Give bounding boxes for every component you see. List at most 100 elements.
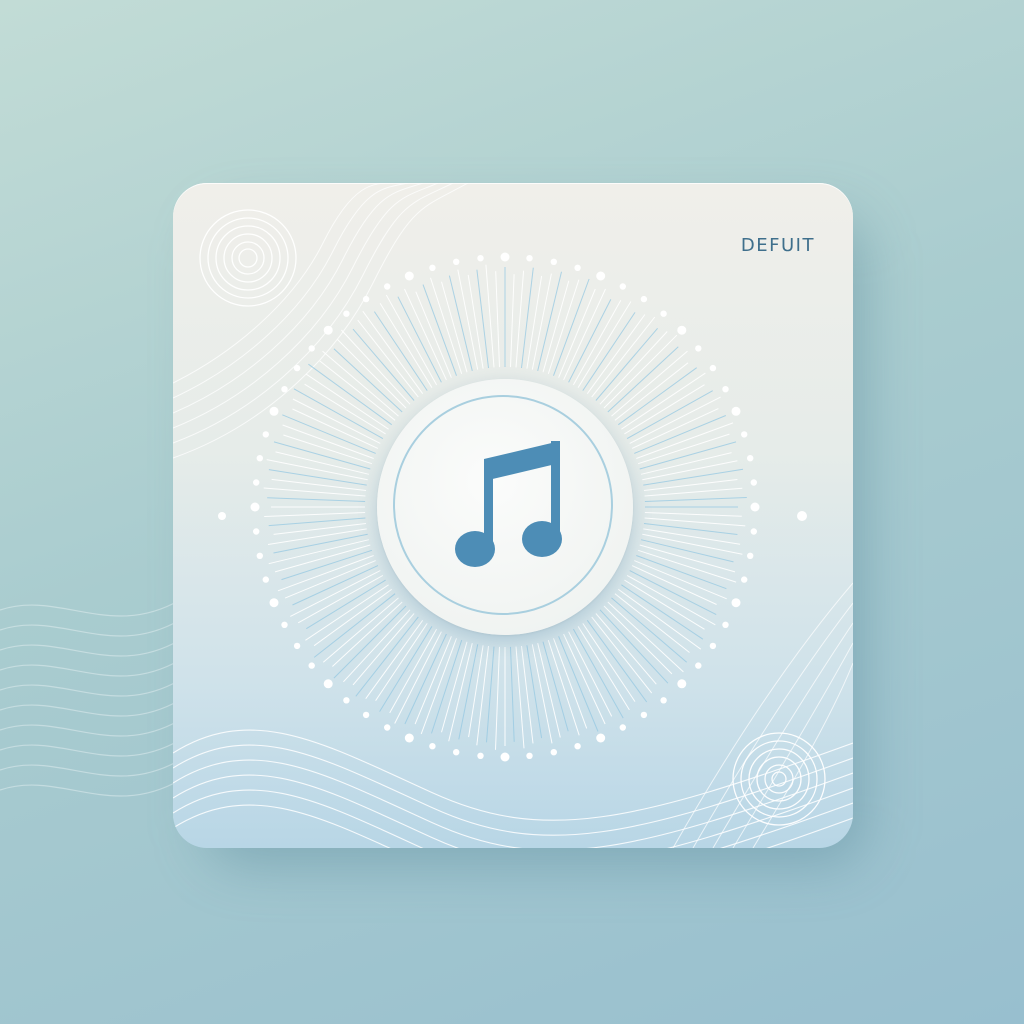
burst-line (642, 533, 743, 555)
play-button[interactable] (377, 379, 633, 635)
burst-line (510, 646, 515, 742)
ring-dot (500, 752, 510, 762)
left-side-dot (218, 512, 226, 520)
ring-dot (709, 642, 717, 650)
burst-line (644, 517, 746, 527)
ring-dot (269, 598, 279, 608)
burst-line (607, 346, 679, 413)
ring-dot (293, 642, 301, 650)
burst-line (611, 350, 688, 417)
burst-line (341, 329, 411, 405)
burst-line (637, 549, 737, 583)
burst-line (306, 579, 386, 630)
ring-dot (741, 576, 748, 583)
ring-dot (619, 283, 626, 290)
burst-line (313, 593, 396, 658)
ring-dot (695, 345, 702, 352)
ring-dot (722, 386, 729, 393)
ring-dot (404, 271, 414, 281)
burst-line (531, 644, 553, 744)
burst-line (603, 605, 673, 675)
ring-dot (750, 528, 757, 535)
burst-line (430, 277, 463, 375)
ring-dot (750, 502, 760, 512)
burst-line (322, 597, 399, 663)
ring-dot (429, 264, 436, 271)
burst-line (264, 512, 366, 517)
burst-line (553, 278, 590, 376)
ring-dot (695, 662, 702, 669)
ring-dot (269, 406, 279, 416)
ring-dot (323, 325, 333, 335)
ring-dot (262, 431, 269, 438)
ring-dot (677, 679, 687, 689)
app-icon-card[interactable]: DEFUIT (173, 183, 853, 848)
ring-dot (640, 711, 648, 719)
burst-line (337, 339, 407, 409)
burst-line (526, 275, 543, 369)
ring-dot (640, 295, 648, 303)
burst-line (547, 279, 580, 375)
ring-dot (308, 662, 315, 669)
burst-line (643, 468, 744, 486)
burst-line (431, 639, 463, 734)
ring-dot (253, 528, 260, 535)
burst-line (624, 579, 705, 630)
ring-dot (741, 431, 748, 438)
ring-dot (477, 255, 484, 262)
burst-line (603, 334, 678, 409)
burst-line (521, 267, 534, 369)
burst-line (415, 291, 452, 378)
ring-dot (750, 479, 757, 486)
burst-line (268, 469, 367, 486)
burst-line (553, 638, 588, 729)
ring-dot (323, 679, 333, 689)
ring-dot (253, 479, 260, 486)
ring-dot (500, 252, 510, 262)
ring-dot (453, 749, 460, 756)
brand-label: DEFUIT (740, 235, 815, 256)
burst-line (271, 478, 367, 491)
burst-line (644, 512, 742, 517)
burst-line (422, 284, 457, 376)
burst-line (486, 646, 495, 743)
ring-dot (747, 552, 754, 559)
ring-dot (250, 502, 260, 512)
ring-dot (550, 749, 557, 756)
burst-line (636, 555, 727, 590)
right-lines (672, 582, 853, 848)
right-side-dot (797, 511, 807, 521)
ring-dot (747, 455, 754, 462)
bottom-right-rings (732, 732, 826, 826)
burst-line (476, 269, 489, 369)
ring-dot (596, 271, 606, 281)
burst-line (322, 350, 399, 417)
ring-dot (262, 576, 269, 583)
ring-dot (709, 364, 717, 372)
ring-dot (256, 455, 263, 462)
music-note-icon (455, 441, 562, 567)
ring-dot (281, 386, 288, 393)
ring-dot (362, 711, 370, 719)
burst-line (629, 570, 717, 616)
burst-line (643, 523, 738, 535)
ring-dot (596, 733, 606, 743)
burst-line (591, 316, 656, 398)
ring-dot (343, 697, 350, 704)
ring-dot (550, 258, 557, 265)
burst-line (263, 487, 366, 497)
burst-line (547, 639, 580, 736)
burst-line (414, 636, 452, 725)
burst-line (282, 424, 374, 459)
burst-line (467, 274, 484, 369)
burst-line (468, 645, 484, 738)
burst-line (281, 549, 373, 581)
ring-dot (574, 743, 581, 750)
ring-dot (429, 743, 436, 750)
burst-line (607, 601, 684, 673)
burst-line (521, 645, 534, 744)
burst-line (510, 274, 515, 368)
burst-line (558, 288, 596, 378)
burst-line (277, 555, 374, 592)
ring-dot (619, 724, 626, 731)
